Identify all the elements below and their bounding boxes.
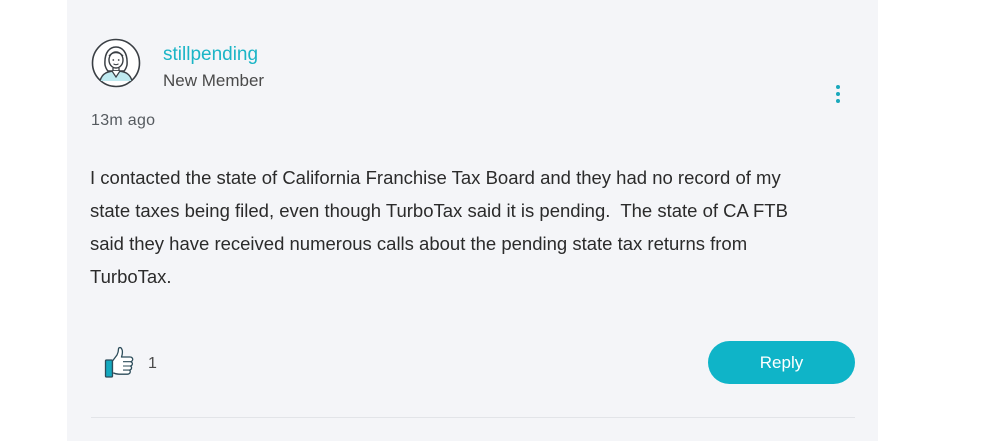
- kudos-count: 1: [148, 355, 157, 372]
- post-card: stillpending New Member 13m ago I contac…: [67, 0, 878, 441]
- kebab-menu-icon[interactable]: [831, 84, 845, 104]
- author-rank: New Member: [163, 71, 265, 90]
- post-body: I contacted the state of California Fran…: [90, 167, 788, 287]
- author-username-link[interactable]: stillpending: [163, 43, 258, 67]
- thumbs-up-icon[interactable]: [104, 346, 136, 380]
- reply-button[interactable]: Reply: [708, 341, 855, 384]
- post-timestamp: 13m ago: [91, 112, 156, 129]
- post-divider: [91, 417, 855, 418]
- woman-avatar-icon[interactable]: [91, 38, 141, 88]
